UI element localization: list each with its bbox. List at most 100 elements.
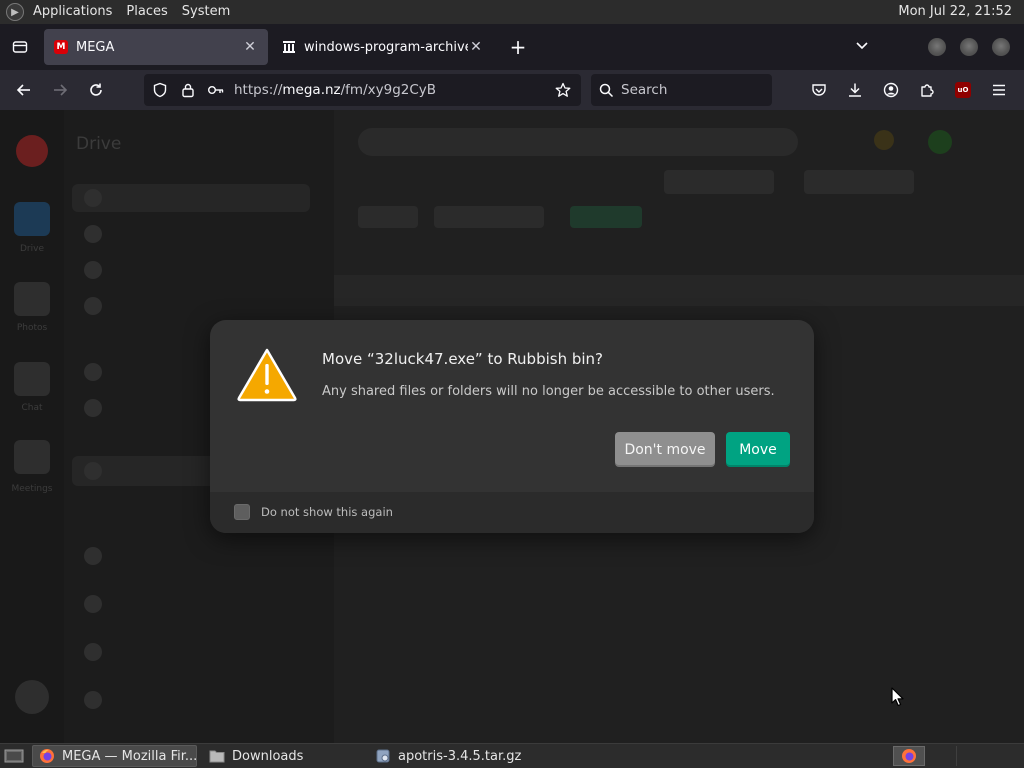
tab-windows-program-archive[interactable]: windows-program-archive ✕	[272, 29, 494, 65]
key-icon[interactable]	[202, 84, 230, 96]
places-menu[interactable]: Places	[119, 0, 174, 24]
search-icon	[591, 83, 621, 98]
search-bar[interactable]: Search	[591, 74, 772, 106]
warning-icon	[237, 348, 297, 402]
back-arrow-icon	[16, 84, 30, 96]
transfer-item-3[interactable]	[84, 638, 114, 666]
sidebar-item-cloud-drive[interactable]	[72, 184, 310, 212]
url-host: mega.nz	[282, 82, 341, 98]
lock-icon[interactable]	[174, 82, 202, 98]
puzzle-icon	[921, 84, 934, 97]
app-menu-button[interactable]	[981, 74, 1017, 106]
firefox-icon	[902, 749, 916, 763]
show-desktop-button[interactable]	[2, 746, 26, 766]
create-folder-button[interactable]	[804, 170, 914, 194]
transfer-item-2[interactable]	[84, 590, 114, 618]
url-text[interactable]: https://mega.nz/fm/xy9g2CyB	[234, 82, 549, 98]
filter-modified[interactable]	[434, 206, 544, 228]
table-row[interactable]	[334, 276, 1024, 306]
sidebar-item-5[interactable]	[84, 358, 114, 386]
panel-menu: ▶ Applications Places System	[0, 0, 237, 24]
rail-avatar[interactable]	[15, 680, 49, 714]
sidebar-item-6[interactable]	[84, 394, 114, 422]
table-header	[334, 246, 1024, 276]
dialog-message: Any shared files or folders will no long…	[322, 384, 775, 399]
tab-title: windows-program-archive	[304, 39, 468, 55]
dont-move-button[interactable]: Don't move	[615, 432, 715, 467]
filter-active[interactable]	[570, 206, 642, 228]
archive-org-favicon-icon	[282, 40, 296, 54]
rail-chat-button[interactable]	[14, 362, 50, 396]
upload-button[interactable]	[664, 170, 774, 194]
sidebar-item-2[interactable]	[84, 220, 114, 248]
clock[interactable]: Mon Jul 22, 21:52	[898, 0, 1012, 24]
dialog-footer: Do not show this again	[210, 492, 814, 533]
hamburger-menu-icon	[993, 84, 1005, 96]
rail-meetings-label: Meetings	[11, 484, 53, 494]
mega-favicon-icon: M	[54, 40, 68, 54]
tab-mega[interactable]: M MEGA ✕	[44, 29, 268, 65]
sidebar-item-4[interactable]	[84, 292, 114, 320]
notification-bell-icon[interactable]	[874, 130, 894, 150]
sidebar-item-3[interactable]	[84, 256, 114, 284]
firefox-view-button[interactable]	[0, 24, 40, 70]
task-label: apotris-3.4.5.tar.gz	[398, 748, 522, 764]
move-button[interactable]: Move	[726, 432, 790, 467]
navigation-toolbar: https://mega.nz/fm/xy9g2CyB Search uO	[0, 70, 1024, 110]
rail-drive-label: Drive	[20, 244, 44, 254]
rail-drive-button[interactable]	[14, 202, 50, 236]
show-desktop-icon	[4, 749, 24, 763]
applications-menu[interactable]: Applications	[26, 0, 119, 24]
account-button[interactable]	[873, 74, 909, 106]
gnome-logo-icon[interactable]: ▶	[6, 3, 24, 21]
search-placeholder: Search	[621, 82, 668, 98]
rail-meetings-button[interactable]	[14, 440, 50, 474]
firefox-view-icon	[12, 41, 28, 53]
back-button[interactable]	[6, 74, 42, 106]
toolbar-right: uO	[801, 74, 1017, 106]
bookmark-star-icon[interactable]	[549, 82, 577, 98]
mega-logo-icon[interactable]	[16, 135, 48, 167]
list-all-tabs-chevron-icon[interactable]	[842, 40, 882, 54]
workspace-switcher-2[interactable]	[925, 746, 957, 766]
do-not-show-again-label[interactable]: Do not show this again	[261, 505, 393, 519]
downloads-button[interactable]	[837, 74, 873, 106]
filter-type[interactable]	[358, 206, 418, 228]
task-label: Downloads	[232, 748, 304, 764]
forward-button[interactable]	[42, 74, 78, 106]
ublock-origin-icon: uO	[955, 82, 971, 98]
taskbar-item-apotris-archive[interactable]: apotris-3.4.5.tar.gz	[369, 745, 549, 767]
workspace-switcher-1[interactable]	[893, 746, 925, 766]
close-tab-icon[interactable]: ✕	[468, 39, 484, 55]
taskbar-item-firefox[interactable]: MEGA — Mozilla Fir...	[32, 745, 197, 767]
do-not-show-again-checkbox[interactable]	[234, 504, 250, 520]
mega-nav-rail: Drive Photos Chat Meetings	[0, 110, 64, 743]
mouse-cursor-icon	[891, 687, 904, 707]
maximize-window-button[interactable]	[960, 38, 978, 56]
folder-icon	[209, 748, 225, 764]
top-panel: ▶ Applications Places System Mon Jul 22,…	[0, 0, 1024, 24]
reload-icon	[90, 83, 102, 96]
system-menu[interactable]: System	[175, 0, 237, 24]
minimize-window-button[interactable]	[928, 38, 946, 56]
account-icon	[883, 82, 899, 98]
extensions-button[interactable]	[909, 74, 945, 106]
pocket-button[interactable]	[801, 74, 837, 106]
close-tab-icon[interactable]: ✕	[242, 39, 258, 55]
reload-button[interactable]	[78, 74, 114, 106]
close-window-button[interactable]	[992, 38, 1010, 56]
avatar[interactable]	[928, 130, 952, 154]
move-to-rubbish-dialog: Move “32luck47.exe” to Rubbish bin? Any …	[210, 320, 814, 533]
ublock-origin-button[interactable]: uO	[945, 74, 981, 106]
url-path: /fm/xy9g2CyB	[340, 82, 437, 98]
rail-chat-label: Chat	[21, 403, 43, 413]
new-tab-button[interactable]: +	[500, 29, 536, 65]
tracking-shield-icon[interactable]	[146, 82, 174, 98]
url-bar[interactable]: https://mega.nz/fm/xy9g2CyB	[144, 74, 581, 106]
transfer-item-1[interactable]	[84, 542, 114, 570]
rail-photos-button[interactable]	[14, 282, 50, 316]
firefox-icon	[39, 748, 55, 764]
mega-search-bar[interactable]	[358, 128, 798, 156]
taskbar-item-downloads[interactable]: Downloads	[203, 745, 363, 767]
transfer-item-4[interactable]	[84, 686, 114, 714]
